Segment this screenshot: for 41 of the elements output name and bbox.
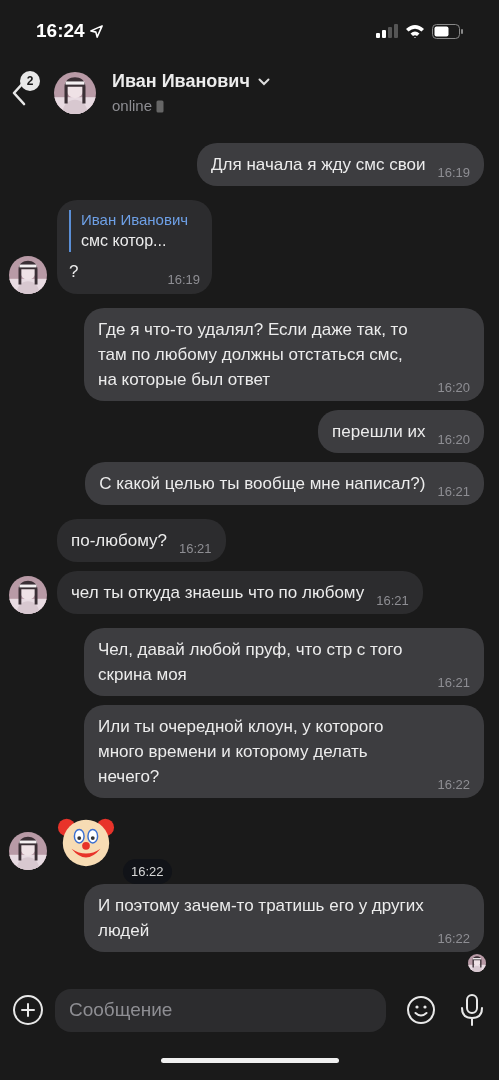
message-time: 16:21 <box>437 484 470 500</box>
battery-icon <box>432 23 463 39</box>
status-time: 16:24 <box>36 18 85 43</box>
add-button[interactable] <box>13 995 43 1025</box>
message-time: 16:22 <box>437 777 470 793</box>
message-time: 16:21 <box>437 675 470 691</box>
message-time: 16:21 <box>376 593 409 609</box>
location-arrow-icon <box>88 23 104 39</box>
reply-author: Иван Иванович <box>81 210 189 230</box>
unread-badge: 2 <box>20 71 40 91</box>
message-time: 16:19 <box>437 165 470 181</box>
message-text: перешли их <box>332 421 426 443</box>
message-time: 16:20 <box>437 432 470 448</box>
message-text: Чел, давай любой пруф, что стр с того скрина моя <box>98 639 404 686</box>
message-text: И поэтому зачем-то тратишь его у других людей <box>98 895 425 942</box>
message-text: чел ты откуда знаешь что по любому <box>71 582 365 604</box>
message-input[interactable]: Сообщение <box>55 988 386 1032</box>
contact-name[interactable]: Иван Иванович <box>112 68 250 96</box>
emoji-button[interactable] <box>406 995 436 1025</box>
message-text: Где я что-то удалял? Если даже так, то там по любому должны отстаться смс, на которые был ответ <box>98 319 409 391</box>
smiley-icon <box>406 995 436 1025</box>
message-text: Для начала я жду смс свои <box>211 154 426 176</box>
message-time: 16:20 <box>437 380 470 396</box>
message-time: 16:21 <box>179 541 212 557</box>
reply-text: смс котор... <box>81 231 168 251</box>
message-time: 16:22 <box>437 931 470 947</box>
message-text: ? <box>69 261 79 283</box>
phone-icon <box>156 100 165 113</box>
chevron-down-icon <box>257 77 270 86</box>
plus-icon <box>21 1003 35 1017</box>
wifi-icon <box>405 23 425 39</box>
microphone-button[interactable] <box>460 994 484 1026</box>
back-button[interactable]: 2 <box>12 73 42 113</box>
message-time: 16:22 <box>123 858 172 884</box>
contact-status: online <box>112 96 153 117</box>
message-time: 16:19 <box>167 272 201 288</box>
microphone-icon <box>460 994 484 1026</box>
message-text: по-любому? <box>71 530 167 552</box>
message-text: С какой целью ты вообще мне написал?) <box>99 473 426 495</box>
signal-icon <box>376 24 398 38</box>
message-text: Или ты очередной клоун, у которого много времени и которому делать нечего? <box>98 716 385 788</box>
